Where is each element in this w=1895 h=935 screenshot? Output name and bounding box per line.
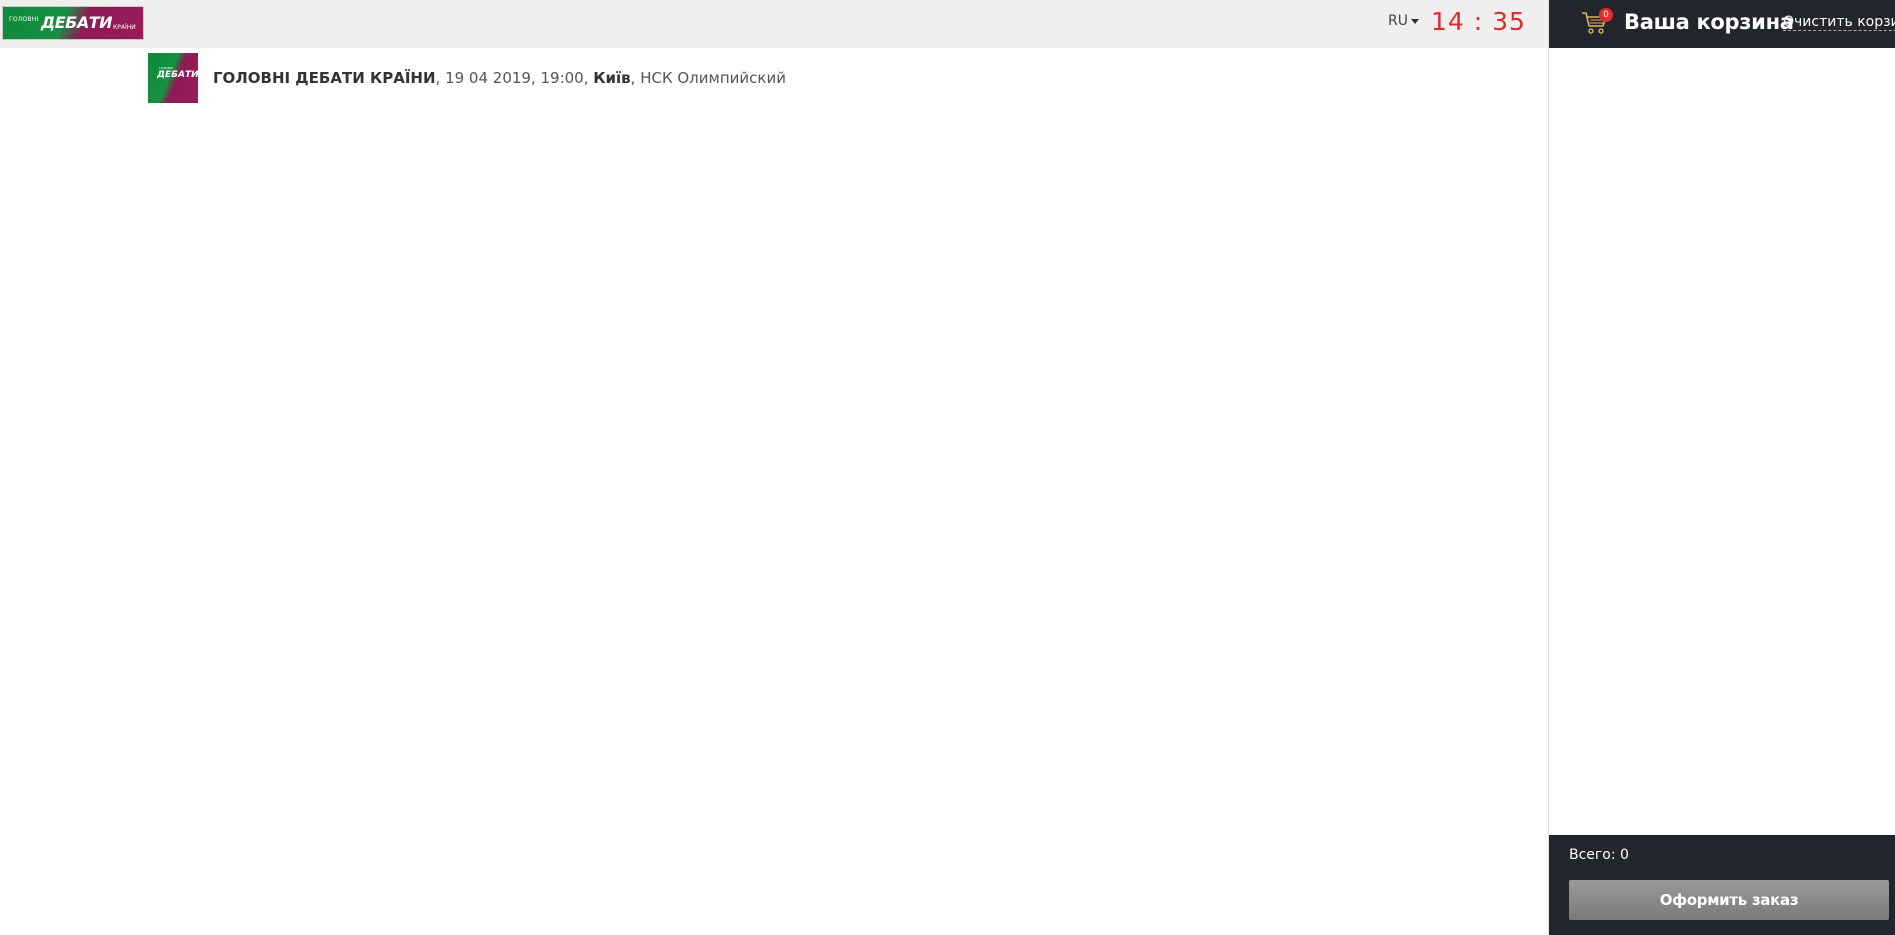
- site-logo[interactable]: ГОЛОВНІ ДЕБАТИ КРАЇНИ: [2, 6, 144, 40]
- cart-footer: Всего: 0 Оформить заказ: [1549, 835, 1895, 935]
- cart-title: Ваша корзина: [1624, 10, 1794, 34]
- event-info: ГОЛОВНІ ДЕБАТИ ГОЛОВНІ ДЕБАТИ КРАЇНИ, 19…: [148, 53, 786, 103]
- language-selector[interactable]: RU: [1388, 13, 1419, 29]
- event-thumbnail: ГОЛОВНІ ДЕБАТИ: [148, 53, 198, 103]
- logo-small-text: ГОЛОВНІ: [9, 16, 39, 23]
- countdown-timer: 14 : 35: [1431, 7, 1526, 36]
- cart-sidebar: 0 Ваша корзина Очистить корзину Всего: 0…: [1548, 0, 1895, 935]
- cart-header: 0 Ваша корзина Очистить корзину: [1549, 0, 1895, 48]
- thumbnail-main-text: ДЕБАТИ: [157, 70, 198, 80]
- cart-count-badge: 0: [1599, 8, 1613, 22]
- clear-cart-link[interactable]: Очистить корзину: [1783, 14, 1895, 31]
- event-city: Київ: [593, 69, 631, 87]
- event-date-time: , 19 04 2019, 19:00,: [435, 69, 594, 87]
- top-header: ГОЛОВНІ ДЕБАТИ КРАЇНИ RU 14 : 35: [0, 0, 1548, 48]
- language-label: RU: [1388, 13, 1408, 29]
- chevron-down-icon: [1410, 18, 1419, 24]
- event-venue: , НСК Олимпийский: [630, 69, 786, 87]
- checkout-button[interactable]: Оформить заказ: [1569, 880, 1889, 920]
- logo-end-text: КРАЇНИ: [113, 24, 136, 31]
- cart-total: Всего: 0: [1569, 847, 1629, 863]
- logo-main-text: ДЕБАТИ: [41, 13, 113, 32]
- event-description: ГОЛОВНІ ДЕБАТИ КРАЇНИ, 19 04 2019, 19:00…: [213, 69, 786, 87]
- event-name: ГОЛОВНІ ДЕБАТИ КРАЇНИ: [213, 69, 436, 87]
